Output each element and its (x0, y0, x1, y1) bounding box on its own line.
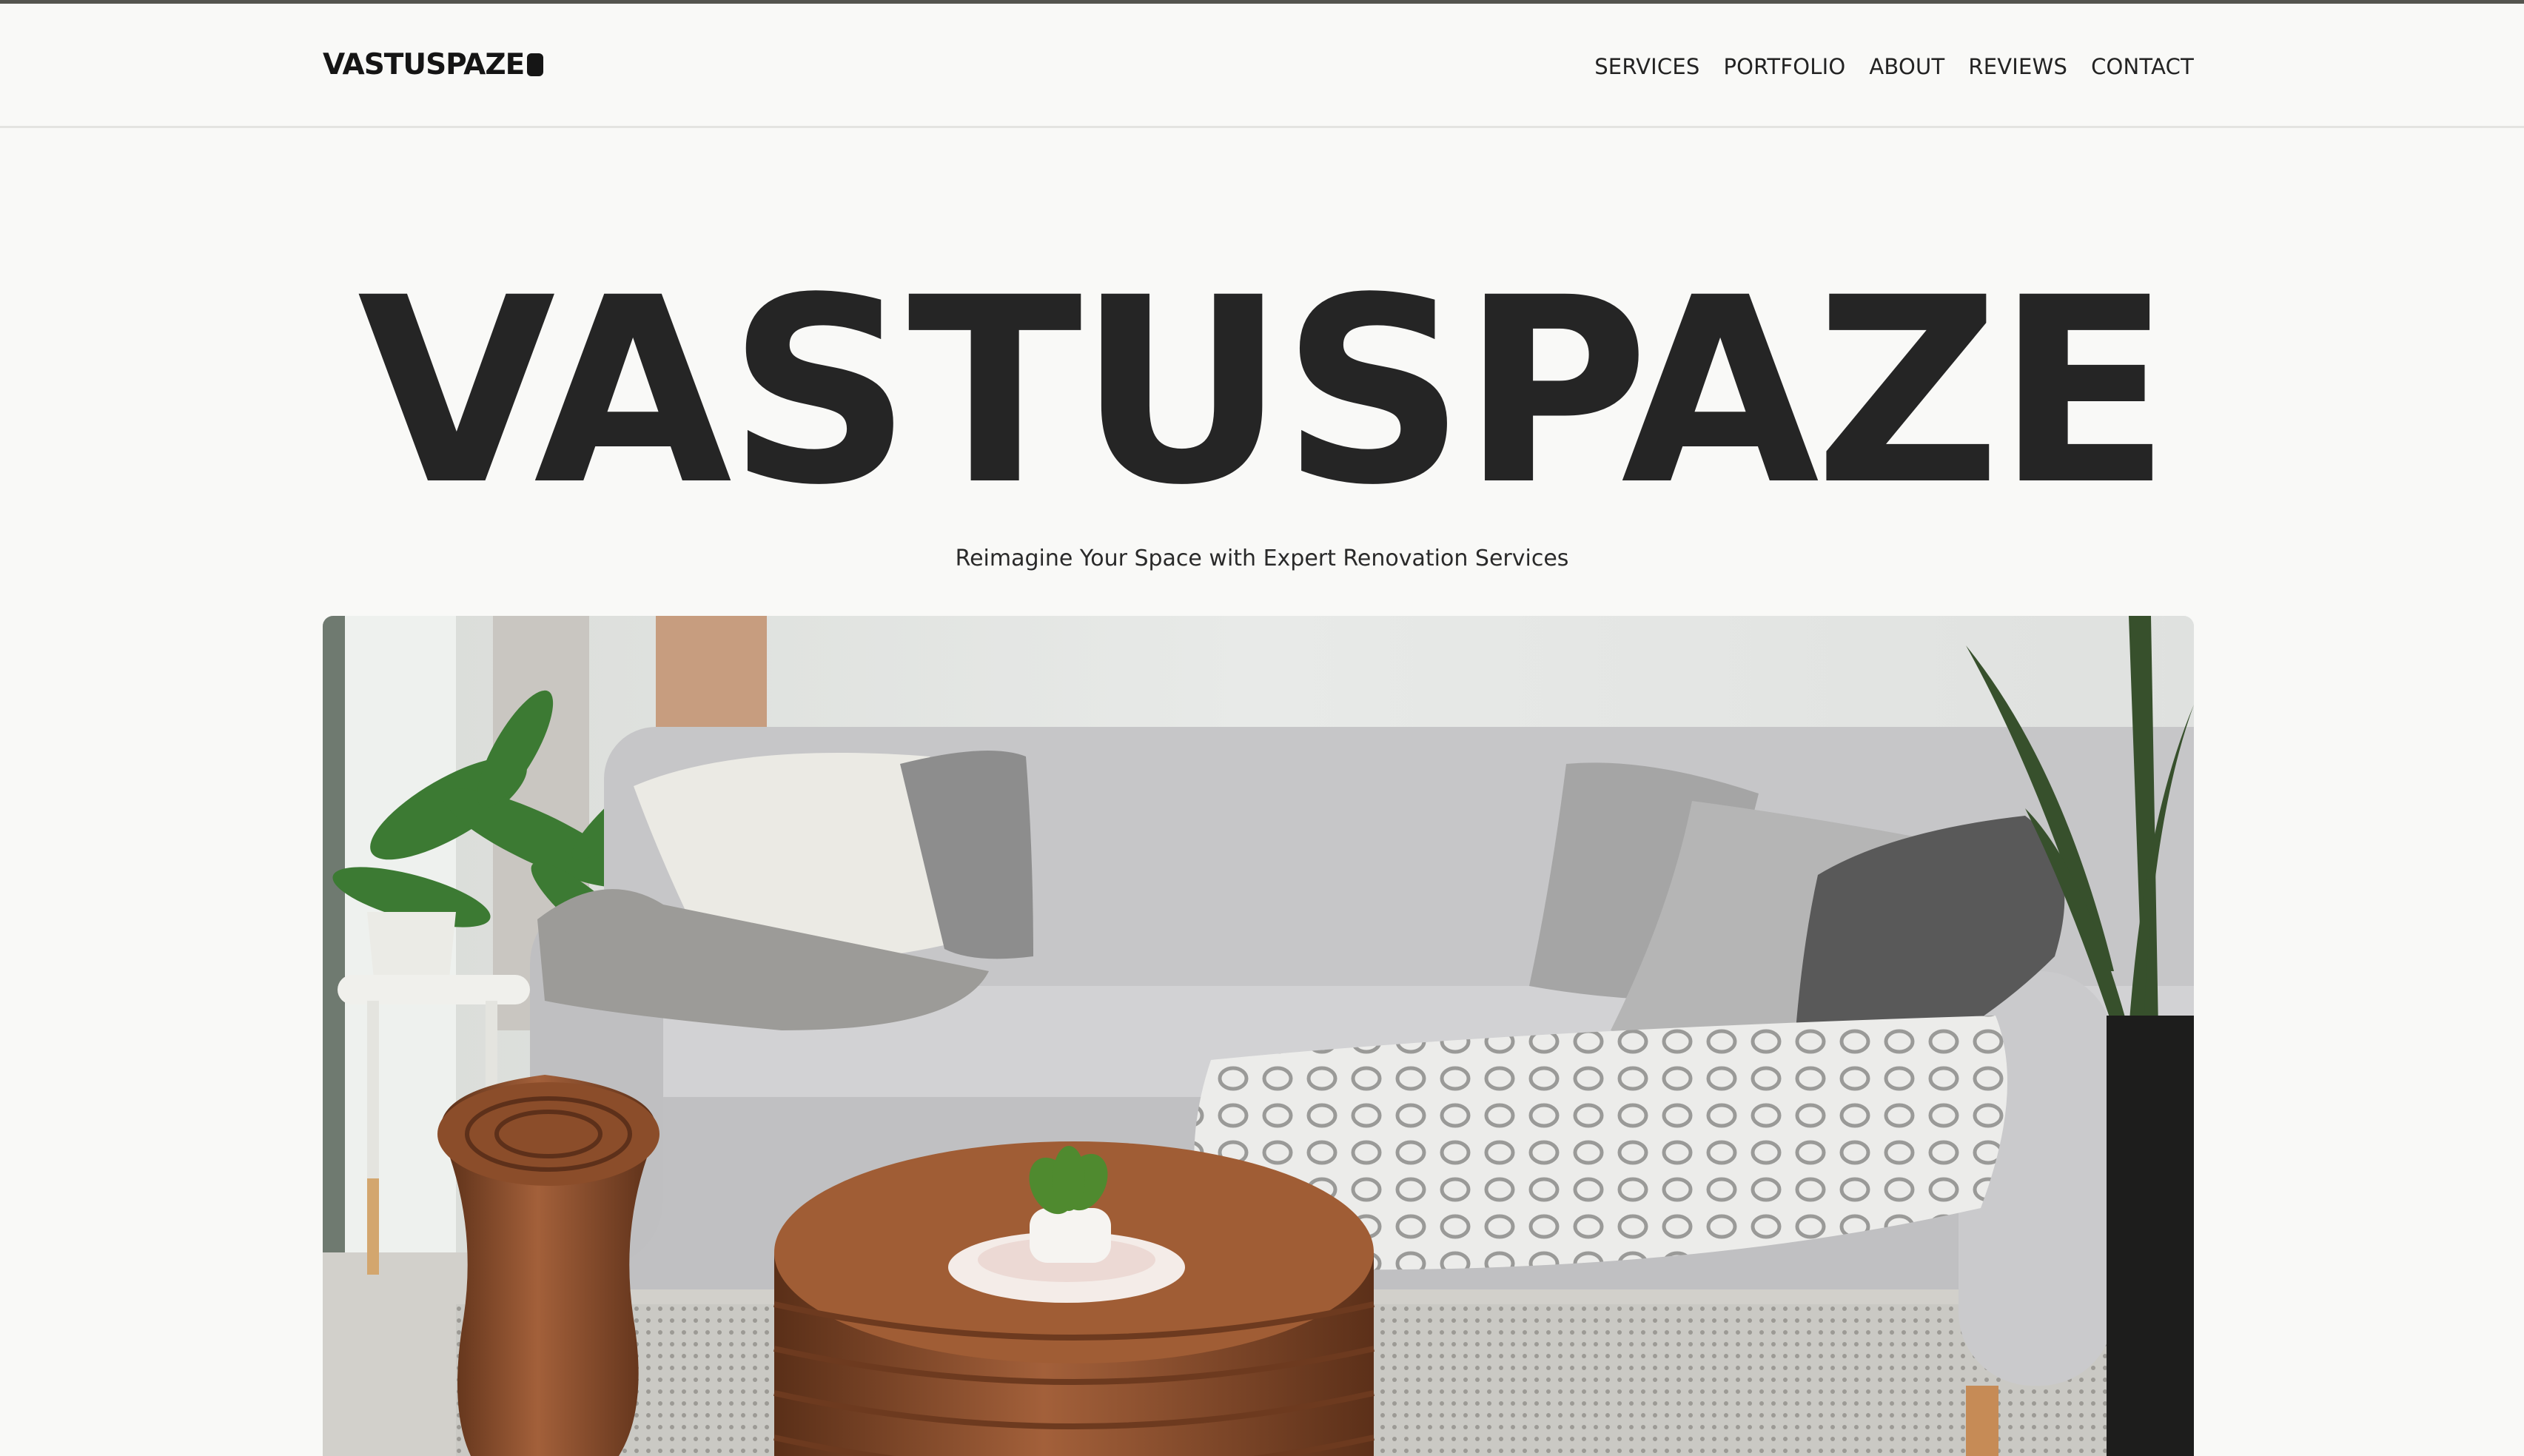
hero-image (323, 616, 2194, 1456)
nav-contact[interactable]: CONTACT (2091, 54, 2194, 79)
nav-reviews[interactable]: REVIEWS (1968, 54, 2067, 79)
logo-text: VASTUSPAZE (323, 48, 525, 81)
hero-subtitle: Reimagine Your Space with Expert Renovat… (955, 546, 1569, 571)
logo-mark-icon (527, 53, 544, 76)
site-header: VASTUSPAZE SERVICES PORTFOLIO ABOUT REVI… (0, 4, 2524, 128)
hero-title: VASTUSPAZE (357, 243, 2171, 541)
living-room-illustration (323, 616, 2194, 1456)
nav-services[interactable]: SERVICES (1594, 54, 1699, 79)
site-logo[interactable]: VASTUSPAZE (323, 48, 544, 81)
nav-about[interactable]: ABOUT (1869, 54, 1944, 79)
main-nav: SERVICES PORTFOLIO ABOUT REVIEWS CONTACT (1594, 54, 2194, 79)
nav-portfolio[interactable]: PORTFOLIO (1723, 54, 1845, 79)
